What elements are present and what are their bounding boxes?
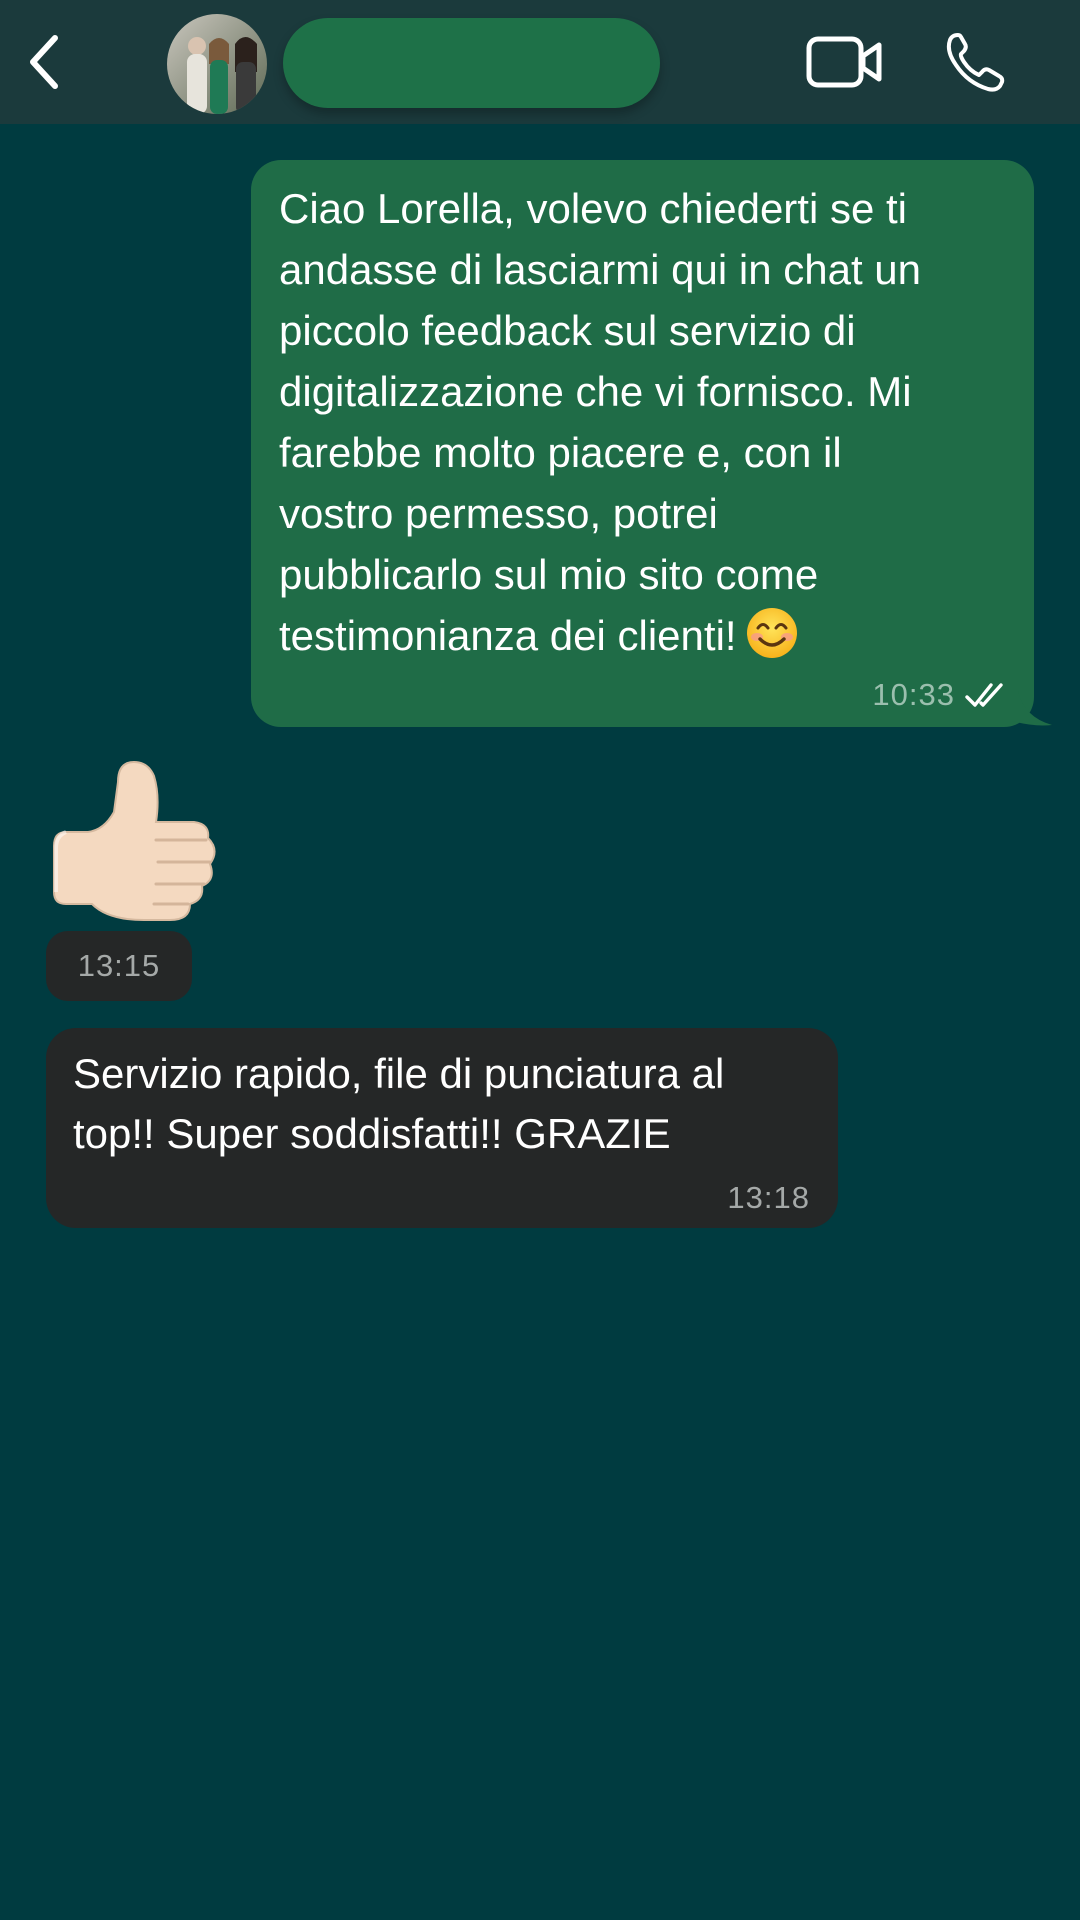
message-time: 10:33 <box>872 677 955 712</box>
outgoing-message-bubble[interactable]: Ciao Lorella, volevo chiederti se ti and… <box>251 160 1052 727</box>
incoming-message-text: Servizio rapido, file di punciatura al t… <box>73 1050 725 1157</box>
sticker-time-badge: 13:15 <box>46 931 192 1001</box>
contact-avatar[interactable] <box>167 14 267 114</box>
video-call-button[interactable] <box>800 24 890 100</box>
incoming-message-time: 13:18 <box>727 1180 810 1215</box>
double-check-icon <box>965 683 1003 707</box>
avatar-photo <box>167 14 267 114</box>
bubble-tail <box>1012 691 1052 726</box>
sticker-time: 13:15 <box>77 948 161 983</box>
outgoing-message-text: Ciao Lorella, volevo chiederti se ti and… <box>279 185 922 659</box>
outgoing-message-meta: 10:33 <box>872 677 1009 713</box>
back-button[interactable] <box>10 22 80 102</box>
smiling-face-icon <box>745 606 799 676</box>
video-camera-icon <box>806 36 882 88</box>
thumbs-up-icon[interactable] <box>48 752 218 927</box>
chevron-left-icon <box>30 35 58 89</box>
phone-icon <box>946 33 1005 92</box>
voice-call-button[interactable] <box>935 22 1015 102</box>
incoming-message-bubble[interactable]: Servizio rapido, file di punciatura al t… <box>46 1028 838 1228</box>
chat-header <box>0 0 1080 124</box>
contact-name[interactable] <box>283 18 660 108</box>
